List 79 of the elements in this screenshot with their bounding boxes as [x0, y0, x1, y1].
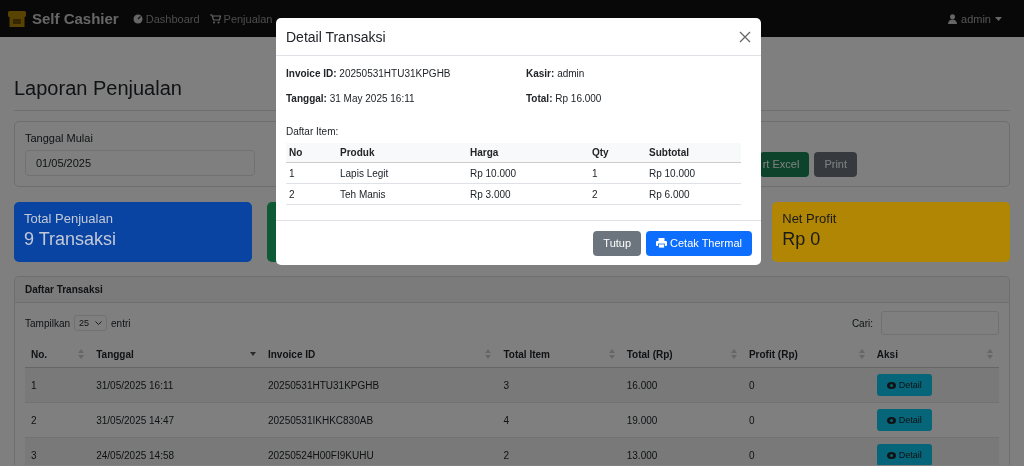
- table-cell: 20250524H00FI9KUHU: [262, 437, 498, 465]
- table-cell: 0: [742, 402, 871, 438]
- column-header[interactable]: No.: [25, 341, 91, 368]
- user-menu[interactable]: admin: [948, 12, 1002, 25]
- column-header[interactable]: Aksi: [870, 341, 999, 368]
- table-cell: 0: [742, 367, 871, 403]
- table-cell: 31/05/2025 14:47: [90, 402, 262, 438]
- column-header: Subtotal: [646, 143, 741, 163]
- table-cell: 0: [742, 437, 871, 465]
- export-button[interactable]: rt Excel: [759, 151, 810, 177]
- detail-button[interactable]: Detail: [876, 374, 932, 396]
- table-cell: Lapis Legit: [337, 162, 467, 184]
- column-header[interactable]: Tanggal: [90, 341, 262, 368]
- table-cell: Teh Manis: [337, 183, 467, 205]
- column-header[interactable]: Invoice ID: [262, 341, 498, 368]
- search-label: Cari:: [851, 317, 873, 329]
- column-header[interactable]: Total (Rp): [620, 341, 743, 368]
- stat-label: Total Penjualan: [24, 211, 114, 226]
- printer-icon: [656, 238, 668, 248]
- table-cell: 4: [497, 402, 621, 438]
- caret-icon: [995, 16, 1002, 21]
- detail-text: Kasir: admin: [526, 68, 586, 79]
- table-cell: 3: [497, 367, 621, 403]
- section-label: Daftar Item:: [286, 126, 340, 137]
- chevron-icon: [95, 321, 103, 325]
- app-brand[interactable]: Self Cashier: [32, 10, 119, 27]
- table-cell: 16.000: [620, 367, 743, 403]
- page-length-select[interactable]: 25: [74, 315, 108, 331]
- table-cell: 2: [589, 183, 646, 205]
- nav-link[interactable]: Dashboard: [132, 12, 200, 25]
- stat-value: 9 Transaksi: [24, 229, 118, 250]
- table-cell: 2: [286, 183, 337, 205]
- detail-text: Invoice ID: 20250531HTU31KPGHB: [286, 68, 452, 79]
- nav-link[interactable]: Penjualan: [209, 12, 273, 25]
- detail-text: Total: Rp 16.000: [526, 93, 603, 104]
- print-button[interactable]: Print: [814, 151, 857, 177]
- table-cell: 31/05/2025 16:11: [90, 367, 262, 403]
- date-field[interactable]: 01/05/2025: [25, 150, 255, 176]
- table-cell: 20250531IKHKC830AB: [262, 402, 498, 438]
- table-cell: 2: [497, 437, 621, 465]
- close-button[interactable]: [739, 30, 751, 43]
- detail-button[interactable]: Detail: [876, 409, 932, 431]
- column-header: Qty: [589, 143, 646, 163]
- column-header[interactable]: Profit (Rp): [742, 341, 871, 368]
- stat-value: Rp 0: [782, 229, 822, 250]
- table-cell: Rp 10.000: [646, 162, 741, 184]
- table-cell: Rp 6.000: [646, 183, 741, 205]
- table-cell: 19.000: [620, 402, 743, 438]
- length-label: Tampilkan: [25, 317, 71, 329]
- user-icon: [948, 13, 958, 24]
- table-cell: 13.000: [620, 437, 743, 465]
- store-icon: [8, 10, 26, 27]
- print-button[interactable]: Cetak Thermal: [646, 230, 752, 256]
- table-cell: 20250531HTU31KPGHB: [262, 367, 498, 403]
- table-cell: 24/05/2025 14:58: [90, 437, 262, 465]
- table-cell: 1: [286, 162, 337, 184]
- modal-title: Detail Transaksi: [286, 28, 386, 45]
- table-cell: 1: [25, 367, 91, 403]
- field-label: Tanggal Mulai: [25, 132, 94, 144]
- table-cell: 1: [589, 162, 646, 184]
- detail-text: Tanggal: 31 May 2025 16:11: [286, 93, 416, 104]
- detail-button[interactable]: Detail: [876, 444, 932, 465]
- column-header: Harga: [467, 143, 589, 163]
- gauge-icon: [132, 13, 143, 24]
- column-header[interactable]: Total Item: [497, 341, 621, 368]
- column-header: No: [286, 143, 337, 163]
- stat-label: Net Profit: [782, 211, 838, 226]
- length-label: entri: [111, 317, 131, 329]
- eye-icon: [886, 381, 896, 389]
- table-cell: Rp 3.000: [467, 183, 589, 205]
- eye-icon: [886, 416, 896, 424]
- column-header: Produk: [337, 143, 467, 163]
- table-cell: Rp 10.000: [467, 162, 589, 184]
- cart-icon: [209, 13, 221, 24]
- table-cell: 2: [25, 402, 91, 438]
- card-title: Daftar Transaksi: [15, 277, 1009, 303]
- close-button[interactable]: Tutup: [593, 230, 642, 256]
- table-cell: 3: [25, 437, 91, 465]
- eye-icon: [886, 451, 896, 459]
